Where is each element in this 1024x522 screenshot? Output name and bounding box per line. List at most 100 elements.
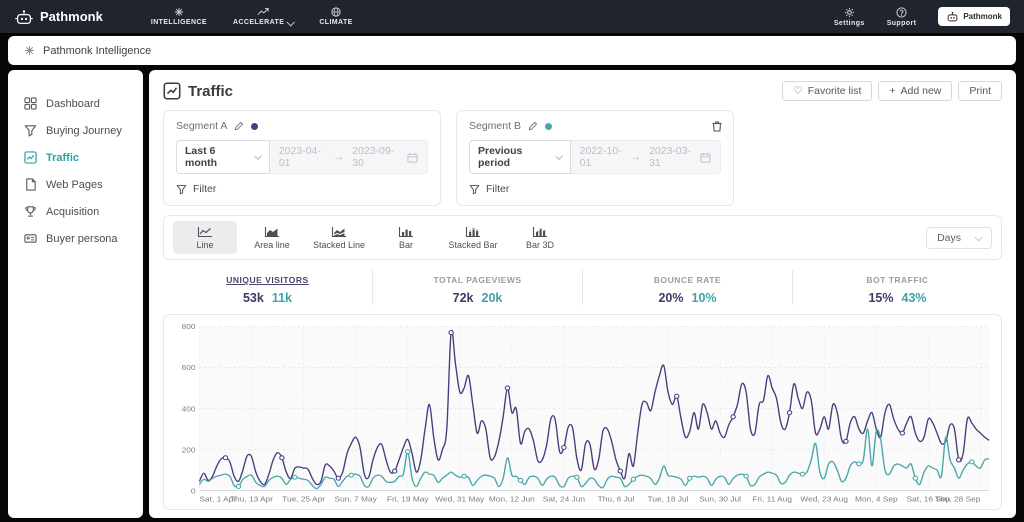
brand-label: Pathmonk bbox=[40, 9, 103, 24]
sidebar-label: Acquisition bbox=[46, 205, 100, 218]
sidebar-item-traffic[interactable]: Traffic bbox=[8, 144, 143, 171]
plus-icon: + bbox=[889, 85, 896, 97]
chart-controls-card: Line Area line Stacked Line Bar Stacked … bbox=[163, 215, 1002, 260]
support-button[interactable]: Support bbox=[886, 6, 917, 27]
heart-icon: ♡ bbox=[793, 85, 803, 97]
app-title: Pathmonk Intelligence bbox=[43, 44, 152, 57]
sidebar-item-web-pages[interactable]: Web Pages bbox=[8, 171, 143, 198]
favorite-list-button[interactable]: ♡ Favorite list bbox=[782, 81, 873, 101]
stat-label[interactable]: TOTAL PAGEVIEWS bbox=[433, 275, 521, 285]
stat-label[interactable]: UNIQUE VISITORS bbox=[226, 275, 308, 285]
trash-icon bbox=[711, 120, 723, 132]
account-label: Pathmonk bbox=[963, 12, 1002, 21]
nav-climate[interactable]: CLIMATE bbox=[319, 7, 352, 26]
svg-text:Wed, 31 May: Wed, 31 May bbox=[435, 495, 484, 504]
granularity-select[interactable]: Days bbox=[926, 226, 992, 249]
stat-label[interactable]: BOUNCE RATE bbox=[654, 275, 721, 285]
dashboard-grid-icon bbox=[24, 97, 37, 110]
funnel-icon bbox=[24, 124, 37, 137]
account-button[interactable]: Pathmonk bbox=[938, 7, 1010, 26]
segment-b-date-range[interactable]: 2022-10-01 → 2023-03-31 bbox=[570, 140, 721, 174]
print-label: Print bbox=[969, 85, 991, 97]
tab-label: Bar 3D bbox=[525, 240, 554, 250]
stat-value-segment-a: 53k bbox=[242, 291, 264, 305]
question-icon bbox=[896, 6, 907, 18]
favorite-list-label: Favorite list bbox=[807, 85, 862, 97]
svg-text:Thu, 28 Sep: Thu, 28 Sep bbox=[935, 495, 981, 504]
add-new-button[interactable]: + Add new bbox=[878, 81, 953, 101]
nav-accelerate[interactable]: ACCELERATE bbox=[232, 7, 296, 27]
nav-label: INTELLIGENCE bbox=[150, 19, 207, 26]
range-preset-label: Last 6 month bbox=[185, 145, 218, 169]
segment-a-name: Segment A bbox=[176, 120, 228, 132]
stats-row: UNIQUE VISITORS 53k 11k TOTAL PAGEVIEWS … bbox=[163, 267, 1002, 308]
tab-line[interactable]: Line bbox=[173, 221, 237, 254]
date-start: 2022-10-01 bbox=[579, 145, 622, 169]
tab-area-line[interactable]: Area line bbox=[240, 221, 304, 254]
chevron-down-icon bbox=[974, 232, 983, 242]
segment-a-date-range[interactable]: 2023-04-01 → 2023-09-30 bbox=[269, 140, 428, 174]
nav-intelligence[interactable]: INTELLIGENCE bbox=[151, 7, 207, 26]
segment-a-color-dot bbox=[251, 122, 259, 130]
svg-text:200: 200 bbox=[182, 446, 196, 455]
edit-pencil-icon[interactable] bbox=[528, 121, 538, 131]
sidebar-item-buyer-persona[interactable]: Buyer persona bbox=[8, 225, 143, 252]
nav-label: ACCELERATE bbox=[232, 19, 285, 26]
segment-a-filter-button[interactable]: Filter bbox=[176, 183, 428, 195]
segment-a-range-select[interactable]: Last 6 month bbox=[176, 140, 270, 174]
svg-text:Mon, 12 Jun: Mon, 12 Jun bbox=[489, 495, 535, 504]
svg-text:Sun, 7 May: Sun, 7 May bbox=[335, 495, 377, 504]
sidebar-item-acquisition[interactable]: Acquisition bbox=[8, 198, 143, 225]
topbar-right: Settings Support Pathmonk bbox=[834, 6, 1010, 27]
tab-bar-3d[interactable]: Bar 3D bbox=[508, 221, 572, 254]
stat-value-segment-b: 43% bbox=[901, 291, 927, 305]
segment-b-name: Segment B bbox=[469, 120, 521, 132]
edit-pencil-icon[interactable] bbox=[234, 121, 244, 131]
segment-b-range-select[interactable]: Previous period bbox=[469, 140, 571, 174]
filter-funnel-icon bbox=[469, 184, 480, 195]
stacked-line-chart-icon bbox=[331, 226, 347, 238]
top-navigation-bar: Pathmonk INTELLIGENCE ACCELERATE CLIMATE bbox=[0, 0, 1024, 33]
svg-text:Sun, 30 Jul: Sun, 30 Jul bbox=[699, 495, 741, 504]
tab-label: Area line bbox=[254, 240, 290, 250]
intelligence-icon bbox=[174, 7, 184, 17]
stat-value-segment-a: 15% bbox=[868, 291, 894, 305]
granularity-value: Days bbox=[937, 231, 961, 244]
sidebar-label: Web Pages bbox=[46, 178, 103, 191]
main-panel: Traffic ♡ Favorite list + Add new Print bbox=[149, 70, 1016, 518]
delete-segment-button[interactable] bbox=[711, 120, 723, 135]
support-label: Support bbox=[886, 19, 917, 27]
settings-label: Settings bbox=[833, 19, 865, 27]
date-end: 2023-03-31 bbox=[649, 145, 692, 169]
area-chart-icon bbox=[264, 226, 280, 238]
tab-stacked-bar[interactable]: Stacked Bar bbox=[441, 221, 505, 254]
stat-label[interactable]: BOT TRAFFIC bbox=[866, 275, 928, 285]
sidebar-item-dashboard[interactable]: Dashboard bbox=[8, 90, 143, 117]
tab-stacked-line[interactable]: Stacked Line bbox=[307, 221, 371, 254]
date-start: 2023-04-01 bbox=[278, 145, 321, 169]
settings-button[interactable]: Settings bbox=[834, 7, 865, 27]
pathmonk-logo[interactable]: Pathmonk bbox=[14, 9, 103, 25]
tab-bar[interactable]: Bar bbox=[374, 221, 438, 254]
app-bar: Pathmonk Intelligence bbox=[8, 36, 1016, 65]
calendar-icon bbox=[407, 152, 418, 163]
tab-label: Stacked Bar bbox=[448, 240, 498, 250]
sidebar: Dashboard Buying Journey Traffic Web Pag… bbox=[8, 70, 143, 518]
stat-value-segment-b: 11k bbox=[271, 291, 293, 305]
segment-b-filter-button[interactable]: Filter bbox=[469, 183, 721, 195]
stat-value-segment-b: 10% bbox=[691, 291, 717, 305]
sidebar-item-buying-journey[interactable]: Buying Journey bbox=[8, 117, 143, 144]
gear-icon bbox=[844, 7, 855, 18]
stat-total-pageviews: TOTAL PAGEVIEWS 72k 20k bbox=[372, 270, 582, 305]
line-chart-canvas: Sat, 1 AprThu, 13 Apr Tue, 25 Apr Sun, 7 M… bbox=[182, 322, 990, 504]
svg-text:0: 0 bbox=[191, 487, 196, 496]
traffic-chart-icon bbox=[24, 151, 37, 164]
print-button[interactable]: Print bbox=[958, 81, 1002, 101]
bar-chart-icon bbox=[398, 226, 414, 238]
stat-bounce-rate: BOUNCE RATE 20% 10% bbox=[582, 270, 792, 305]
segment-b-card: Segment B Previous period 2022-10-01 → 2… bbox=[456, 110, 734, 206]
stat-bot-traffic: BOT TRAFFIC 15% 43% bbox=[792, 270, 1002, 305]
chevron-down-icon bbox=[254, 152, 263, 161]
accelerate-icon bbox=[257, 7, 269, 17]
svg-text:Mon, 4 Sep: Mon, 4 Sep bbox=[855, 495, 898, 504]
